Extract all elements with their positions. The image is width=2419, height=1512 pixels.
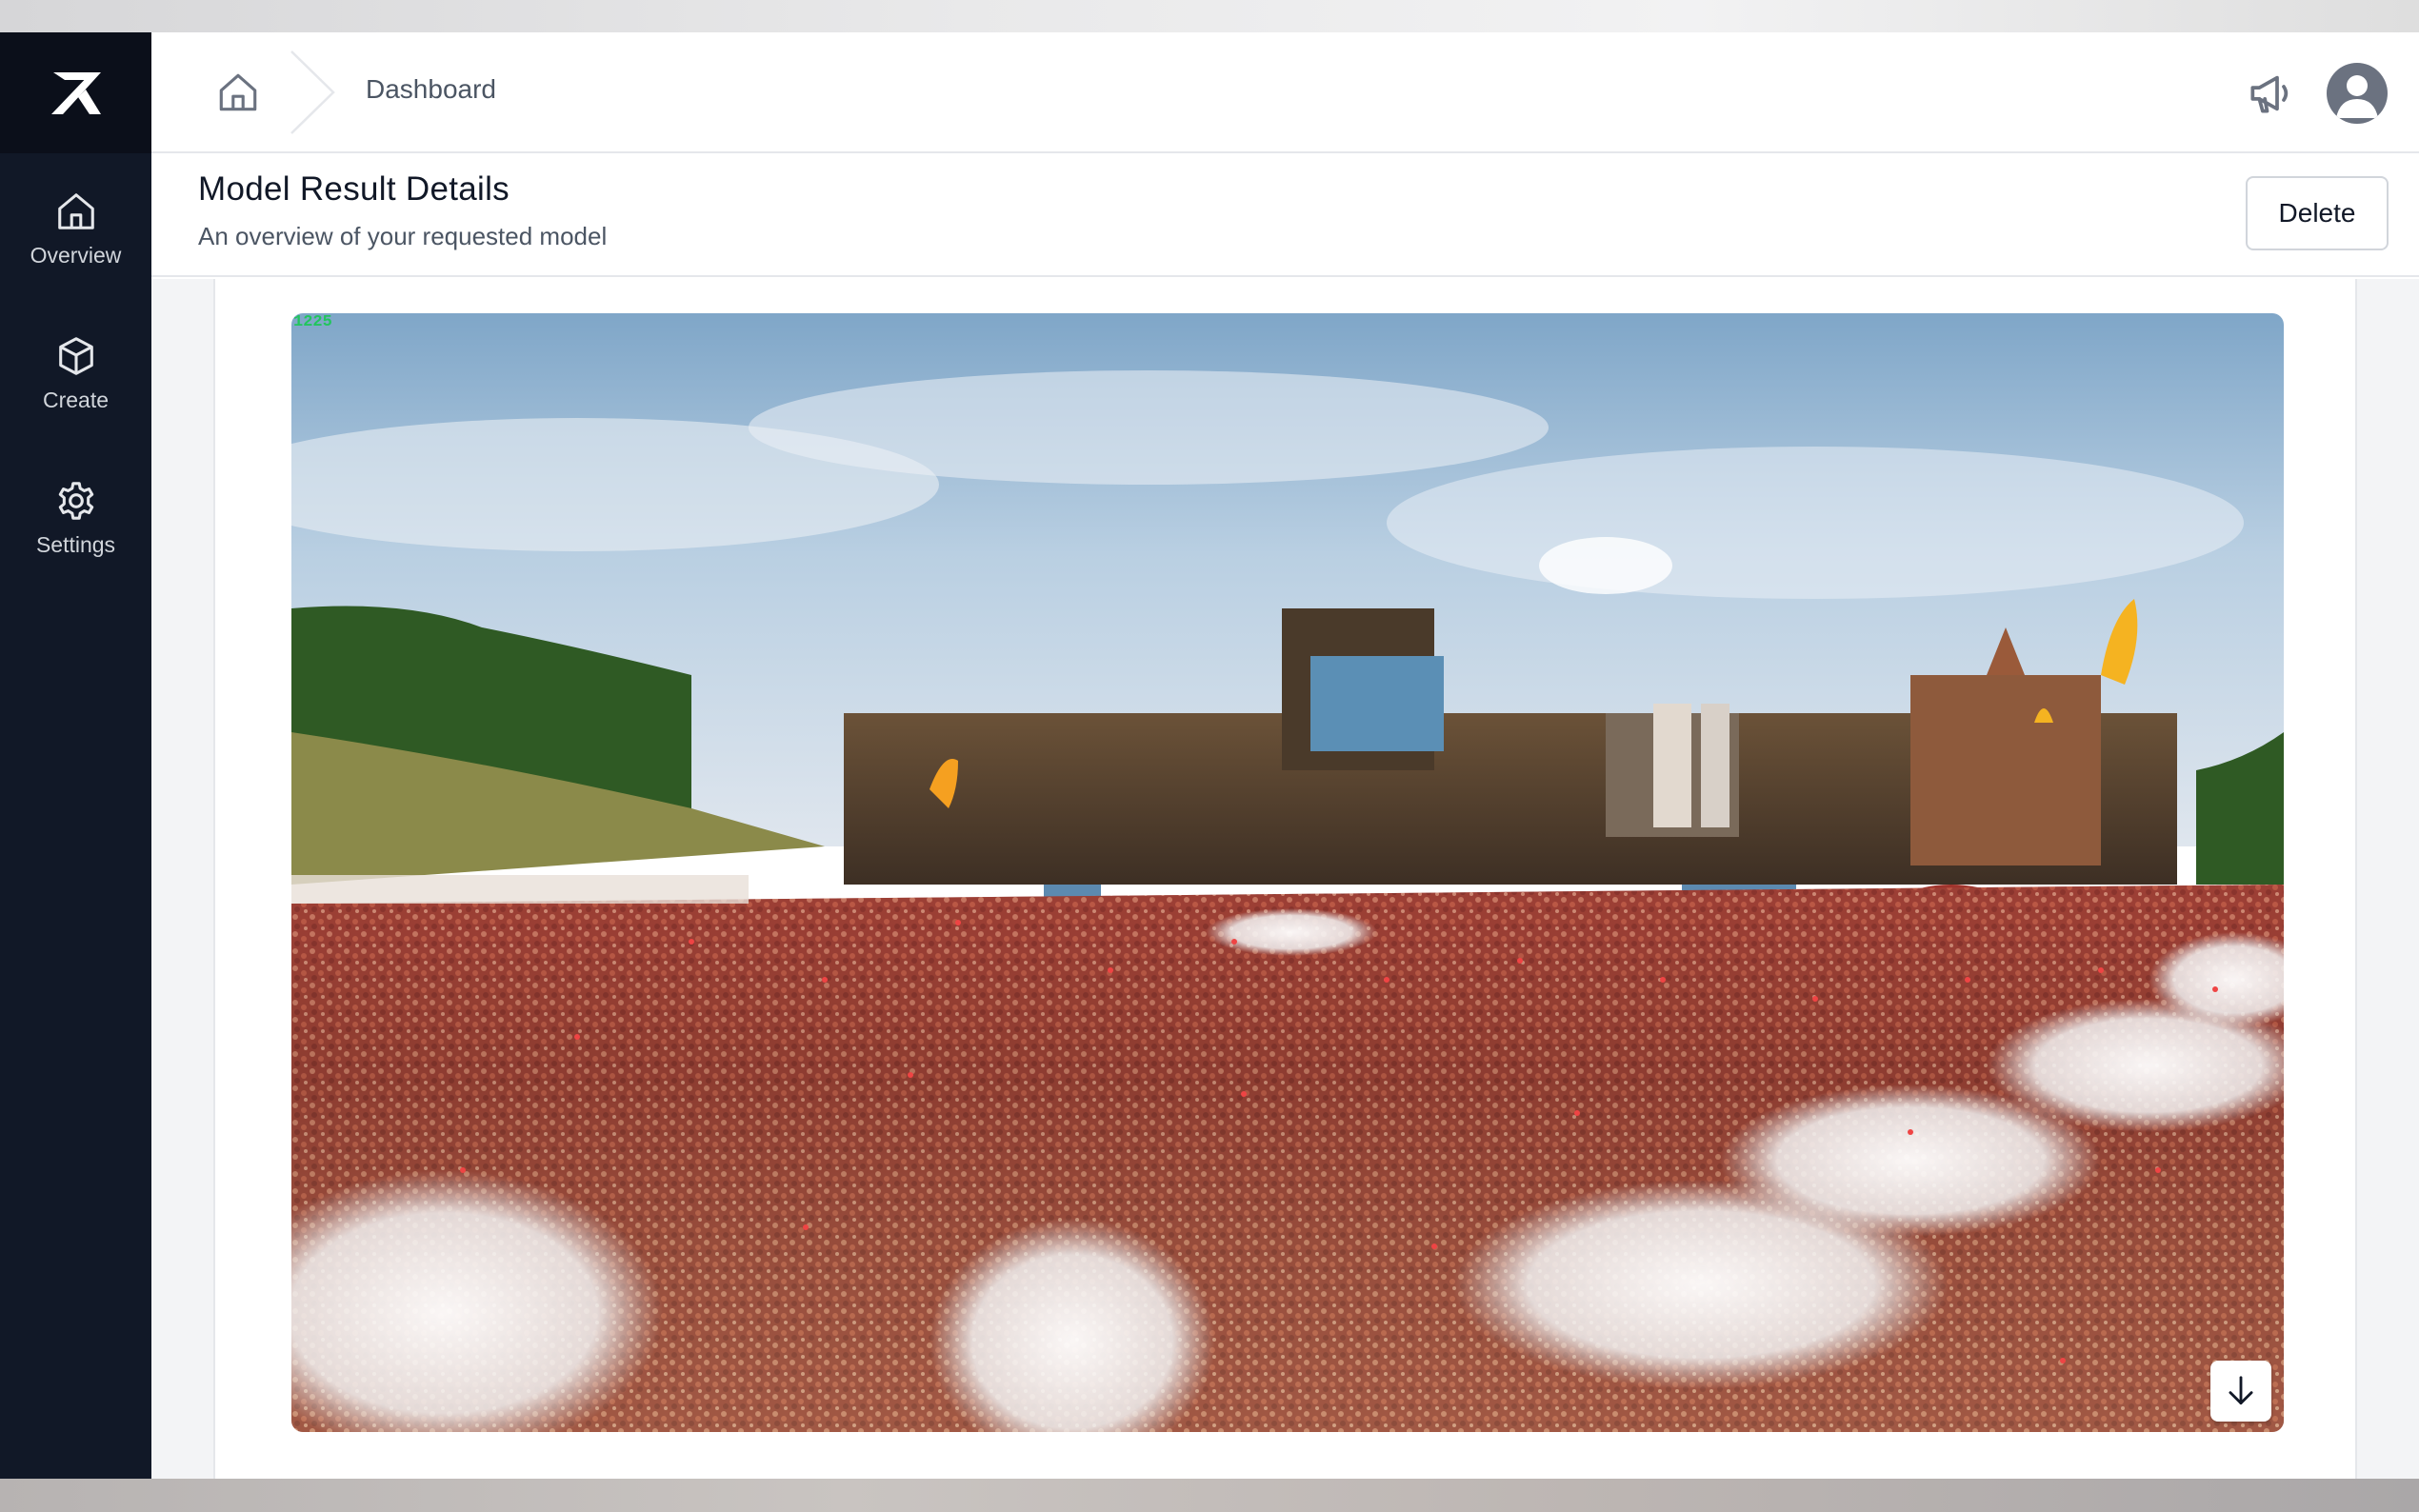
user-avatar[interactable] bbox=[2327, 63, 2388, 124]
home-icon bbox=[57, 193, 94, 229]
x-logo-icon bbox=[50, 71, 101, 114]
sidebar-item-settings[interactable]: Settings bbox=[0, 479, 151, 593]
brand-logo[interactable] bbox=[0, 32, 151, 153]
breadcrumb-home-button[interactable] bbox=[214, 69, 262, 116]
home-icon bbox=[219, 73, 257, 111]
app-window: Overview Create Settings Dashboard Model… bbox=[0, 32, 2419, 1479]
cube-icon bbox=[58, 337, 93, 375]
sidebar-item-label: Settings bbox=[35, 532, 116, 557]
result-card: 1225 bbox=[213, 279, 2357, 1479]
page-header: Model Result Details An overview of your… bbox=[151, 155, 2419, 277]
user-avatar-icon bbox=[2336, 75, 2378, 118]
top-bar: Dashboard bbox=[151, 32, 2419, 153]
announcements-button[interactable] bbox=[2244, 67, 2297, 120]
download-button[interactable] bbox=[2210, 1361, 2271, 1422]
breadcrumb-current[interactable]: Dashboard bbox=[366, 74, 496, 105]
page-title: Model Result Details bbox=[198, 170, 510, 208]
megaphone-icon bbox=[2250, 75, 2289, 113]
sidebar: Overview Create Settings bbox=[0, 32, 151, 1479]
main-content: 1225 bbox=[151, 279, 2419, 1479]
bottom-edge bbox=[0, 1479, 2419, 1512]
delete-button[interactable]: Delete bbox=[2246, 176, 2389, 250]
result-image: 1225 bbox=[291, 313, 2284, 1432]
page-subtitle: An overview of your requested model bbox=[198, 222, 608, 250]
breadcrumb-separator bbox=[290, 50, 335, 134]
sidebar-item-overview[interactable]: Overview bbox=[0, 189, 151, 304]
sidebar-item-create[interactable]: Create bbox=[0, 334, 151, 448]
sidebar-item-label: Overview bbox=[30, 243, 122, 268]
detection-count-label: 1225 bbox=[293, 313, 332, 331]
arrow-down-icon bbox=[2229, 1376, 2253, 1405]
festival-crowd-image bbox=[291, 313, 2284, 1432]
gear-icon bbox=[58, 482, 93, 520]
sidebar-item-label: Create bbox=[42, 388, 110, 412]
